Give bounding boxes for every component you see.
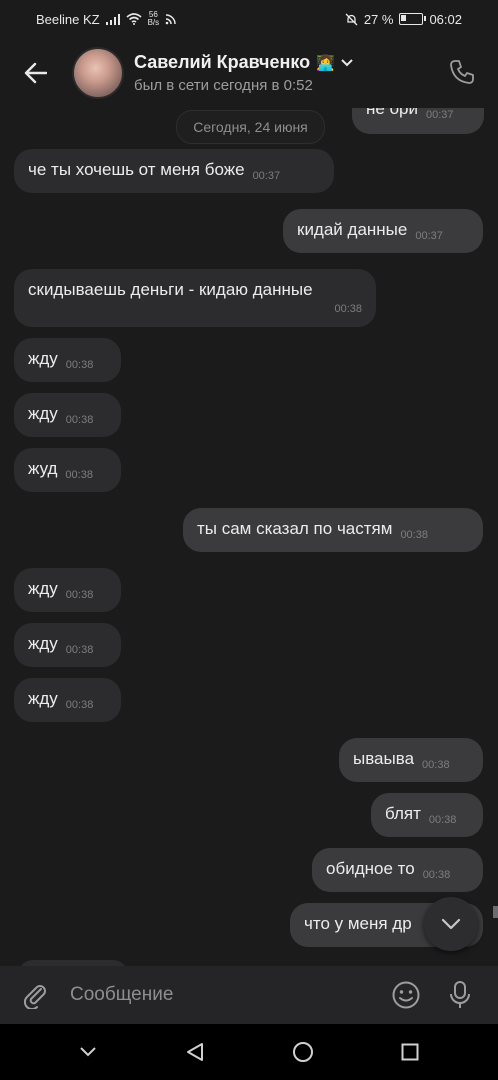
status-right: 27 % 06:02 — [345, 12, 462, 27]
message-bubble[interactable]: кидай данные 00:37 — [283, 209, 483, 253]
paperclip-icon — [23, 985, 46, 1009]
contact-name-row: Савелий Кравченко 👩‍💻 — [134, 52, 353, 73]
mute-bell-icon — [345, 13, 358, 25]
message-bubble[interactable]: ываыва 00:38 — [339, 738, 483, 782]
message-bubble[interactable]: жуд 00:38 — [14, 448, 121, 492]
scroll-to-bottom-button[interactable] — [424, 897, 478, 951]
message-time: 00:37 — [415, 230, 443, 242]
call-button[interactable] — [444, 54, 480, 90]
nav-back-button[interactable] — [180, 1037, 210, 1067]
message-time: 00:38 — [65, 359, 94, 371]
chat-header: Савелий Кравченко 👩‍💻 был в сети сегодня… — [0, 38, 498, 108]
message-text: обидное то — [326, 859, 415, 878]
avatar[interactable] — [72, 47, 124, 99]
signal-icon — [105, 13, 120, 25]
message-bubble[interactable]: че ты хочешь от меня боже 00:37 — [14, 149, 334, 193]
message-bubble[interactable]: блят 00:38 — [371, 793, 483, 837]
message-time: 00:38 — [65, 589, 94, 601]
chevron-down-icon — [341, 58, 353, 66]
message-composer: Сообщение — [0, 966, 498, 1024]
message-bubble[interactable]: жду 00:38 — [14, 338, 121, 382]
smiley-icon — [392, 981, 420, 1009]
message-time: 00:38 — [400, 529, 428, 541]
message-time: 00:38 — [422, 759, 450, 771]
message-text: скидываешь деньги - кидаю данные — [28, 280, 313, 299]
emoji-button[interactable] — [390, 979, 422, 1011]
date-divider: Сегодня, 24 июня — [176, 110, 325, 144]
message-time: 00:38 — [428, 814, 457, 826]
message-time: 00:38 — [334, 303, 362, 315]
carrier-label: Beeline KZ — [36, 11, 100, 27]
message-bubble[interactable]: ты сам сказал по частям 00:38 — [183, 508, 483, 552]
message-time: 00:37 — [425, 109, 454, 121]
status-bar: Beeline KZ 56 B/s 27 % 06:02 — [0, 0, 498, 38]
message-text: жду — [28, 404, 58, 423]
message-text: не ори — [366, 108, 418, 118]
message-text: ты сам сказал по частям — [197, 519, 393, 538]
message-bubble[interactable]: жду 00:38 — [14, 678, 121, 722]
nav-collapse-button[interactable] — [73, 1037, 103, 1067]
message-text: жду — [28, 634, 58, 653]
voice-message-button[interactable] — [444, 979, 476, 1011]
message-time: 00:38 — [65, 699, 94, 711]
arrow-left-icon — [24, 62, 47, 84]
message-time: 00:38 — [65, 644, 94, 656]
message-text: кидай данные — [297, 220, 408, 239]
chevron-down-icon — [441, 918, 461, 930]
message-input[interactable]: Сообщение — [70, 984, 390, 1006]
message-bubble[interactable]: жду 00:38 — [14, 623, 121, 667]
status-left: Beeline KZ 56 B/s — [36, 11, 177, 27]
message-bubble[interactable]: жду 00:38 — [14, 568, 121, 612]
message-text: жду — [28, 349, 58, 368]
message-bubble[interactable]: обидное то 00:38 — [312, 848, 483, 892]
triangle-back-icon — [187, 1043, 204, 1061]
microphone-icon — [450, 981, 470, 1008]
message-bubble[interactable]: скидываешь деньги - кидаю данные 00:38 — [14, 269, 376, 327]
contact-info[interactable]: Савелий Кравченко 👩‍💻 был в сети сегодня… — [134, 52, 353, 94]
clock: 06:02 — [429, 11, 462, 27]
message-text: блят — [385, 804, 421, 823]
message-text: жду — [28, 689, 58, 708]
message-text: что у меня др — [304, 914, 412, 933]
message-time: 00:38 — [65, 469, 93, 481]
message-time: 00:38 — [65, 414, 94, 426]
scrollbar[interactable] — [493, 906, 498, 918]
wifi-icon — [126, 13, 142, 25]
message-bubble[interactable]: не ори 00:37 — [352, 108, 484, 134]
message-text: ываыва — [353, 749, 415, 768]
message-text: жду — [28, 579, 58, 598]
square-recents-icon — [401, 1043, 419, 1061]
nav-recents-button[interactable] — [395, 1037, 425, 1067]
hotspot-icon — [165, 14, 176, 25]
last-seen: был в сети сегодня в 0:52 — [134, 77, 313, 94]
battery-icon — [399, 13, 427, 25]
back-button[interactable] — [18, 56, 52, 90]
nav-home-button[interactable] — [288, 1037, 318, 1067]
battery-percent: 27 % — [363, 11, 394, 27]
message-text: че ты хочешь от меня боже — [28, 160, 245, 179]
name-emoji: 👩‍💻 — [316, 54, 335, 72]
net-speed-unit: B/s — [147, 18, 160, 27]
message-time: 00:37 — [252, 170, 281, 182]
message-text: жуд — [28, 459, 58, 478]
system-nav-bar — [0, 1024, 498, 1080]
net-speed: 56 B/s — [148, 11, 160, 27]
contact-name: Савелий Кравченко — [134, 52, 311, 72]
circle-home-icon — [292, 1042, 313, 1062]
message-time: 00:38 — [422, 869, 451, 881]
phone-icon — [450, 60, 474, 84]
chevron-down-icon — [80, 1047, 96, 1057]
attach-button[interactable] — [20, 980, 50, 1010]
message-list[interactable]: не ори 00:37 Сегодня, 24 июня че ты хоче… — [0, 108, 498, 966]
message-bubble[interactable]: жду 00:38 — [14, 393, 121, 437]
